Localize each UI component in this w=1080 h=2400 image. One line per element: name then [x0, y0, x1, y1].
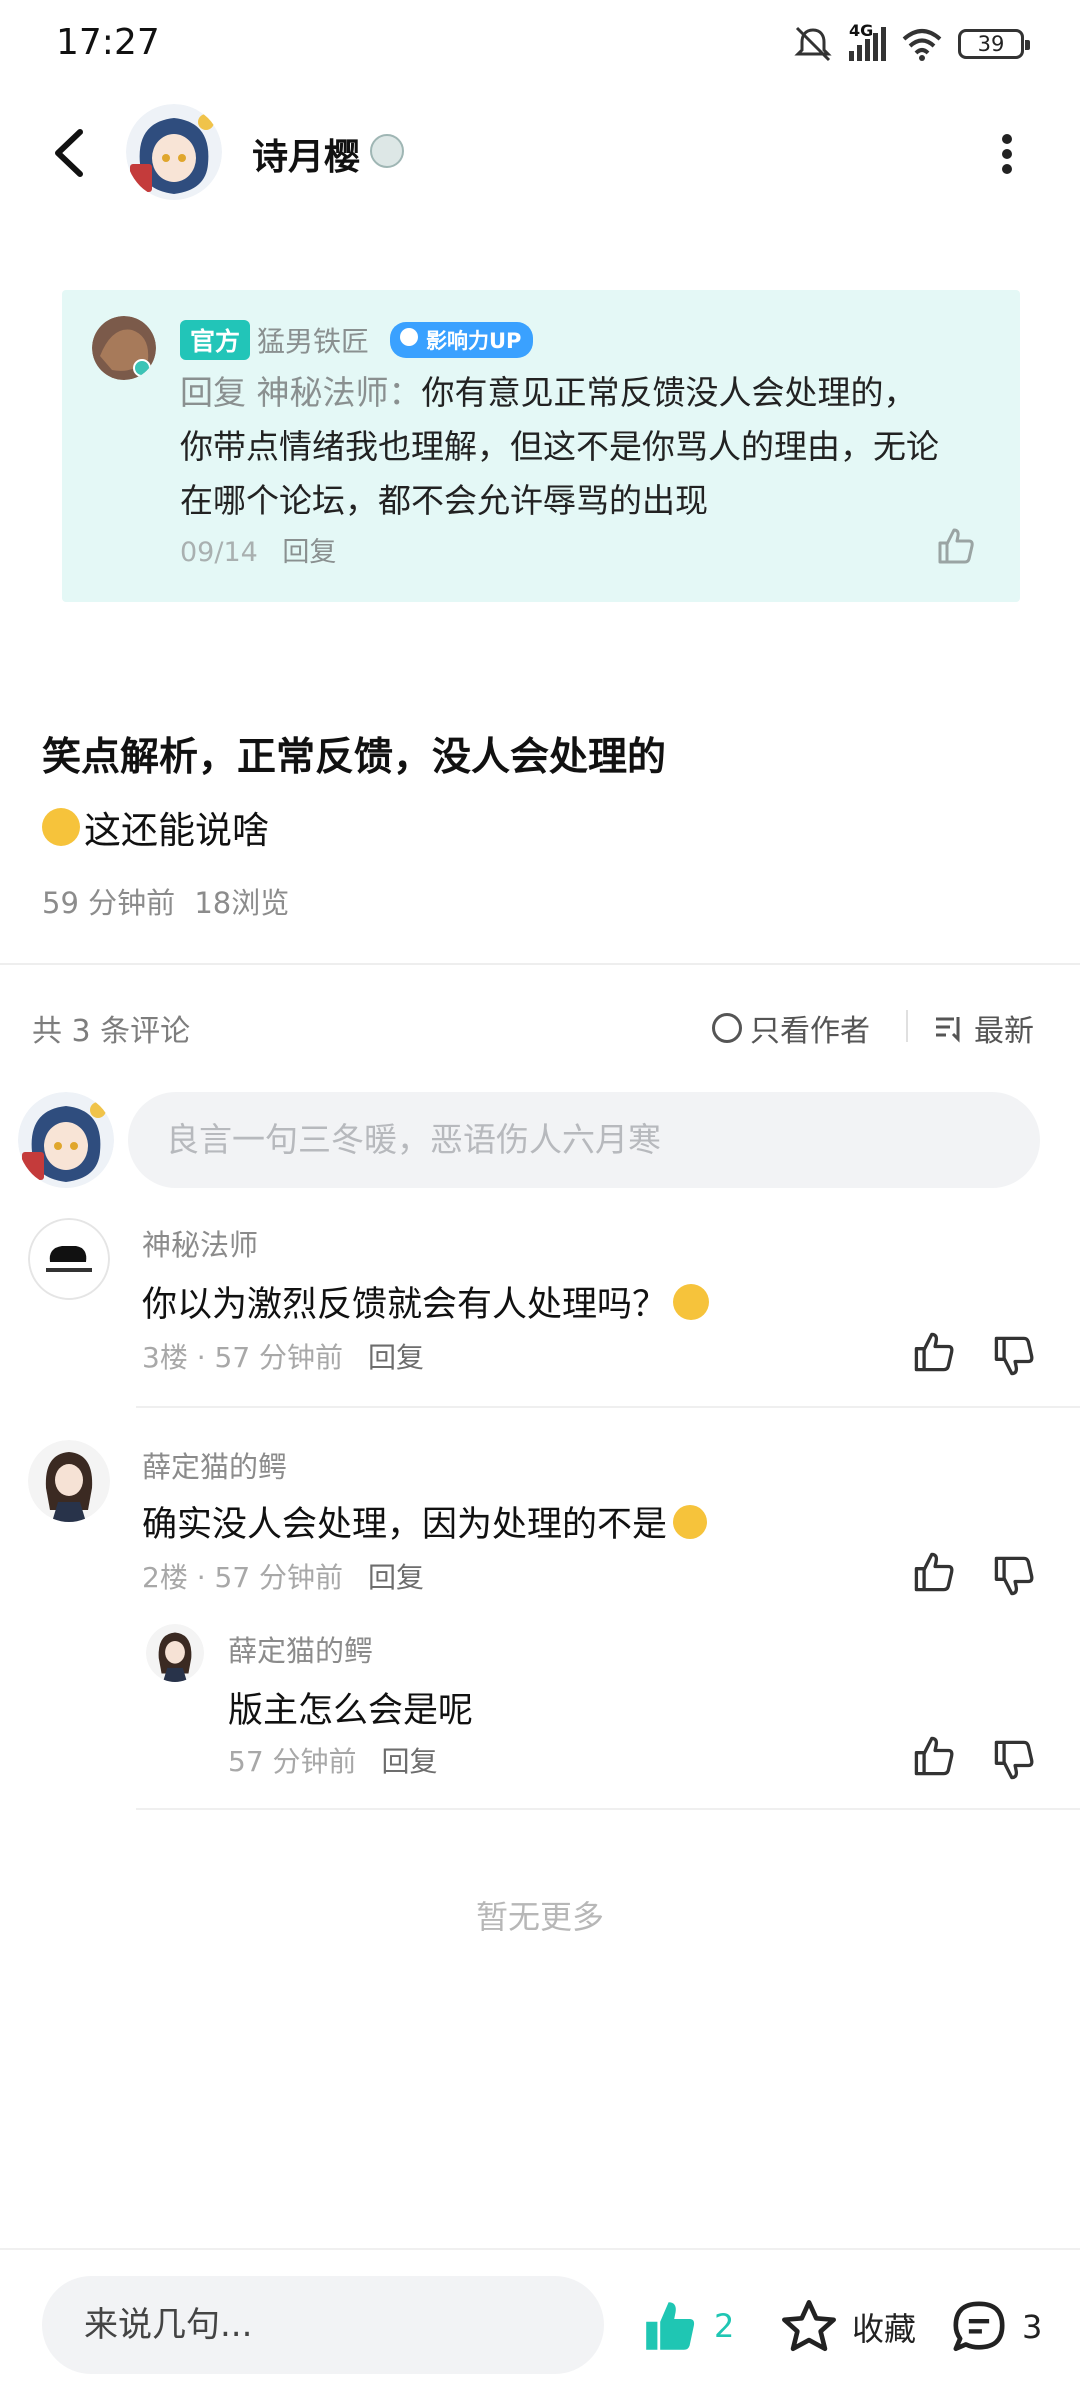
comment-reply-button[interactable]: 回复: [368, 1341, 424, 1374]
quoted-reply-text: 回复 神秘法师：你有意见正常反馈没人会处理的， 你带点情绪我也理解，但这不是你骂…: [180, 366, 1000, 528]
comment-text-content: 你以为激烈反馈就会有人处理吗？: [142, 1285, 668, 1325]
quote-line-1: 你有意见正常反馈没人会处理的，: [421, 373, 917, 412]
quoted-reply-button[interactable]: 回复: [282, 537, 336, 568]
wifi-icon: [902, 29, 942, 61]
comment-divider: [136, 1808, 1080, 1810]
reply-text: 版主怎么会是呢: [228, 1691, 474, 1731]
sort-button[interactable]: 最新: [934, 1006, 1034, 1050]
quote-line-3: 在哪个论坛，都不会允许辱骂的出现: [180, 481, 708, 520]
my-avatar[interactable]: [18, 1092, 114, 1188]
sort-icon: [936, 1017, 960, 1043]
bottom-comment-input[interactable]: 来说几句...: [42, 2276, 604, 2374]
network-type: 4G: [849, 21, 874, 40]
author-only-toggle[interactable]: 只看作者: [712, 1006, 870, 1050]
reply-prefix: 回复 神秘法师：: [180, 373, 422, 412]
quoted-reply-card[interactable]: 官方 猛男铁匠 影响力UP 回复 神秘法师：你有意见正常反馈没人会处理的， 你带…: [62, 290, 1020, 602]
comment-input[interactable]: 良言一句三冬暖，恶语伤人六月寒: [128, 1092, 1040, 1188]
thumbs-up-icon[interactable]: [912, 1330, 956, 1374]
post-body: 这还能说啥: [42, 800, 269, 854]
comment-text: 你以为激烈反馈就会有人处理吗？: [142, 1276, 710, 1327]
battery-icon: 39: [958, 29, 1030, 59]
no-more-text: 暂无更多: [475, 1898, 604, 1936]
thumbs-up-icon[interactable]: [912, 1550, 956, 1594]
comments-button[interactable]: 3: [950, 2298, 1042, 2356]
post-time: 59 分钟前: [42, 886, 176, 920]
star-icon: [782, 2300, 836, 2352]
signal-icon: 4G: [849, 21, 886, 61]
author-only-label: 只看作者: [750, 1014, 870, 1049]
yum-emoji-icon: [673, 1504, 708, 1539]
quoted-meta: 09/14 回复: [180, 530, 336, 569]
status-icons: 4G 39: [791, 21, 1030, 64]
section-divider: [0, 963, 1080, 965]
influence-badge: 影响力UP: [390, 322, 534, 358]
favorite-label: 收藏: [852, 2310, 917, 2348]
battery-level: 39: [977, 32, 1005, 56]
comment-divider: [136, 1406, 1080, 1408]
thumbs-up-icon[interactable]: [912, 1734, 956, 1778]
comment-time: 57 分钟前: [214, 1561, 344, 1594]
comment-floor: 3楼: [142, 1341, 188, 1374]
comment-meta: 2楼 · 57 分钟前 回复: [142, 1561, 424, 1594]
quoted-user-name[interactable]: 猛男铁匠: [257, 320, 369, 360]
reply-name[interactable]: 薛定猫的鳄: [228, 1628, 373, 1670]
user-badge-icon: [370, 134, 404, 168]
reply-avatar[interactable]: [146, 1624, 204, 1682]
commenter-avatar[interactable]: [28, 1440, 110, 1522]
comment-text-content: 确实没人会处理，因为处理的不是: [142, 1505, 668, 1545]
favorite-button[interactable]: 收藏: [780, 2298, 916, 2356]
flushed-emoji-icon: [673, 1283, 710, 1320]
reply-time: 57 分钟前: [228, 1745, 357, 1778]
like-button[interactable]: 2: [640, 2298, 734, 2354]
thumbs-down-icon[interactable]: [992, 1738, 1036, 1782]
thumbs-up-icon[interactable]: [936, 526, 976, 566]
official-tag: 官方: [180, 320, 251, 360]
thumbs-up-filled-icon: [646, 2302, 695, 2350]
sort-separator: [906, 1010, 908, 1042]
commenter-name[interactable]: 神秘法师: [142, 1222, 258, 1264]
mute-icon: [794, 26, 832, 62]
radio-circle-icon: [712, 1013, 742, 1043]
commenter-name[interactable]: 薛定猫的鳄: [142, 1444, 287, 1486]
thumbs-down-icon[interactable]: [992, 1554, 1036, 1598]
person-icon: [400, 328, 418, 346]
post-body-text: 这还能说啥: [84, 809, 269, 852]
quoted-date: 09/14: [180, 537, 258, 568]
comment-meta: 3楼 · 57 分钟前 回复: [142, 1341, 424, 1374]
comment-count-badge: 3: [1022, 2308, 1043, 2346]
status-time: 17:27: [56, 22, 160, 63]
quote-line-2: 你带点情绪我也理解，但这不是你骂人的理由，无论: [180, 427, 939, 466]
comment-reply-button[interactable]: 回复: [368, 1561, 424, 1594]
reply-reply-button[interactable]: 回复: [381, 1745, 437, 1778]
post-title: 笑点解析，正常反馈，没人会处理的: [42, 735, 667, 780]
author-name[interactable]: 诗月樱: [252, 128, 360, 180]
thumbs-down-icon[interactable]: [992, 1334, 1036, 1378]
post-views: 18浏览: [194, 886, 290, 920]
like-count: 2: [714, 2307, 735, 2345]
comment-count: 共 3 条评论: [32, 1014, 191, 1049]
quoted-user-avatar[interactable]: [92, 316, 156, 380]
comment-time: 57 分钟前: [214, 1341, 344, 1374]
comment-floor: 2楼: [142, 1561, 188, 1594]
smile-emoji-icon: [42, 808, 80, 846]
reply-meta: 57 分钟前 回复: [228, 1740, 437, 1780]
more-options-icon[interactable]: [1000, 134, 1014, 174]
influence-badge-label: 影响力UP: [426, 329, 522, 353]
comment-bubble-icon: [953, 2301, 1005, 2352]
sort-label: 最新: [974, 1014, 1034, 1049]
comment-text: 确实没人会处理，因为处理的不是: [142, 1496, 708, 1547]
commenter-avatar[interactable]: [28, 1218, 110, 1300]
author-avatar[interactable]: [126, 104, 222, 200]
back-arrow-icon[interactable]: [50, 128, 90, 178]
post-meta: 59 分钟前 18浏览: [42, 880, 289, 922]
bottom-bar-divider: [0, 2248, 1080, 2250]
